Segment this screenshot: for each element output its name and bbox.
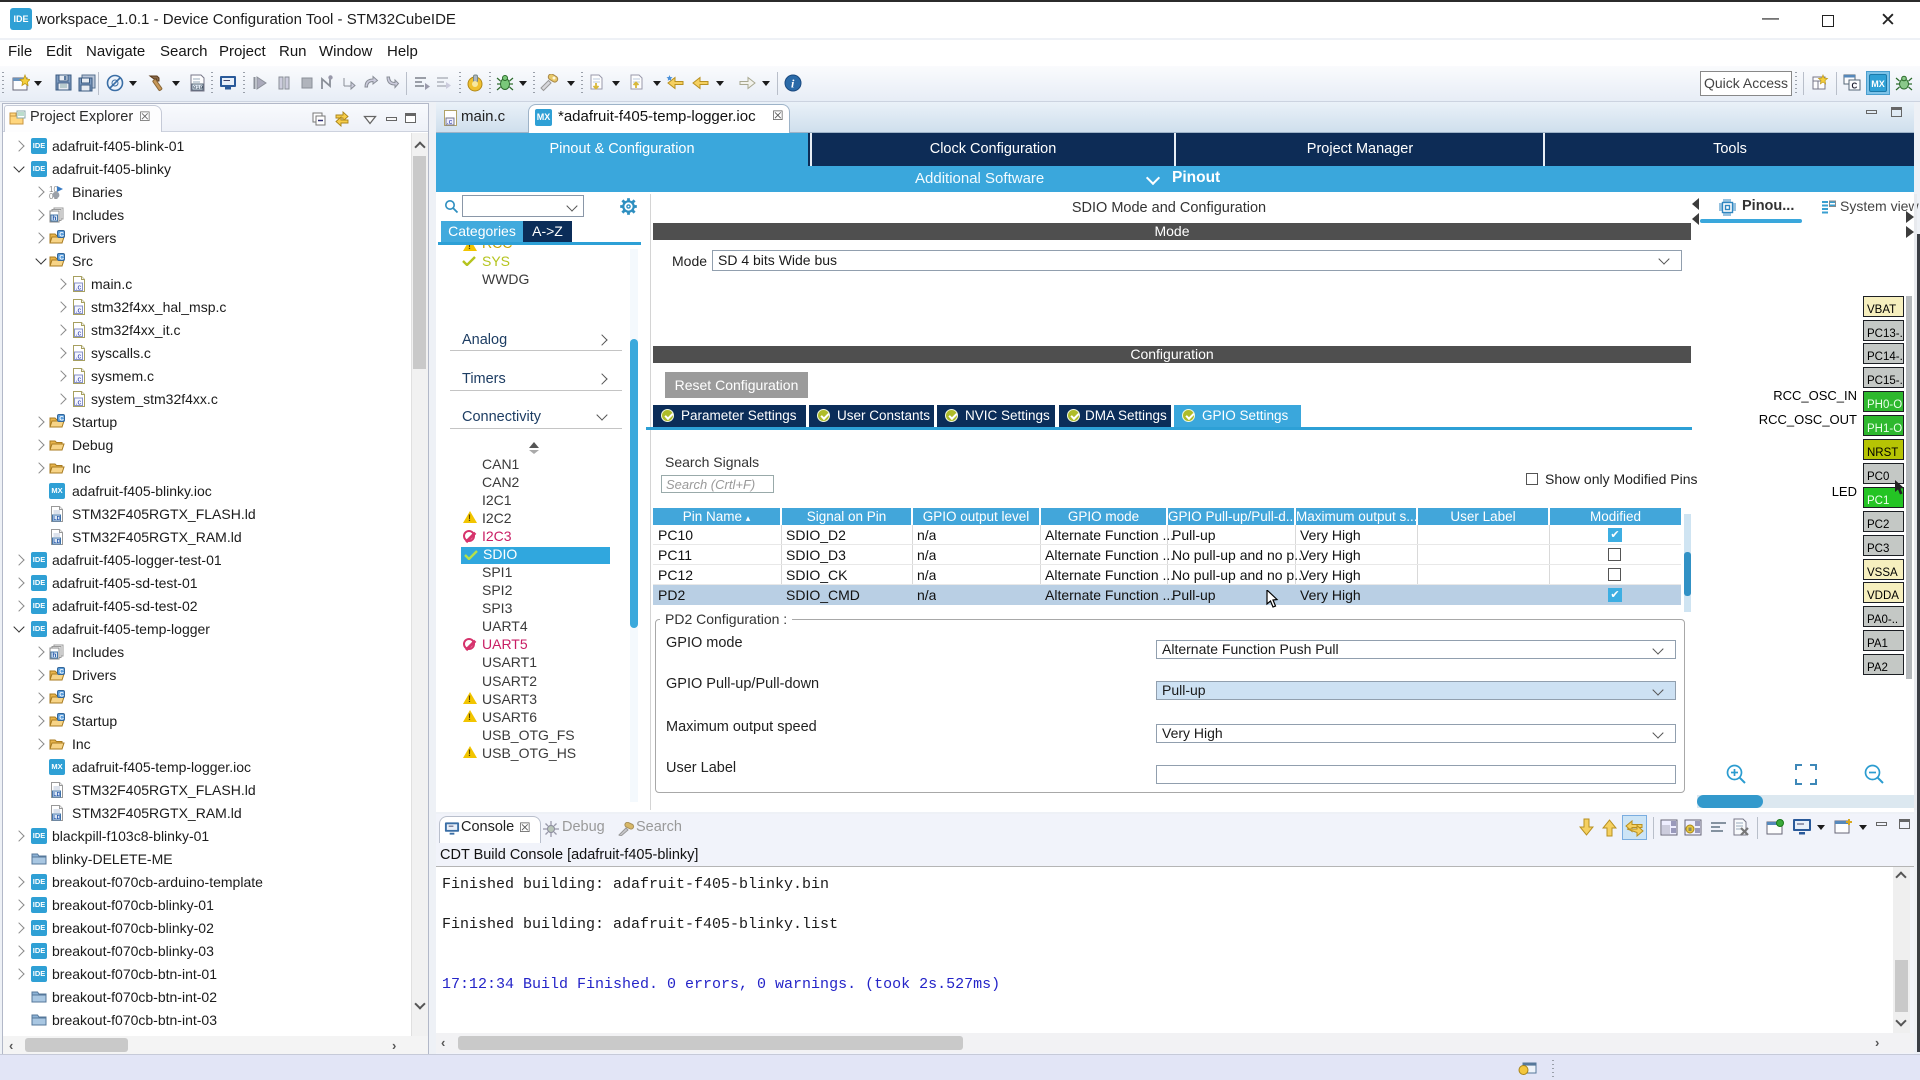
svg-text:.c: .c	[75, 374, 81, 383]
svg-text:C: C	[1852, 82, 1858, 91]
svg-text:LD: LD	[53, 539, 60, 545]
svg-text:C: C	[59, 231, 64, 238]
svg-text:LD: LD	[53, 792, 60, 798]
svg-text:.c: .c	[75, 397, 81, 406]
svg-text:.c: .c	[447, 119, 453, 126]
svg-text:LD: LD	[53, 815, 60, 821]
svg-text:C: C	[59, 415, 64, 422]
svg-text:C: C	[59, 668, 64, 675]
svg-text:h: h	[52, 652, 56, 659]
svg-text:C: C	[59, 254, 64, 261]
svg-text:C: C	[59, 691, 64, 698]
svg-text:010: 010	[193, 84, 203, 91]
svg-text:.c: .c	[75, 305, 81, 314]
svg-text:h: h	[52, 215, 56, 222]
svg-text:C: C	[59, 714, 64, 721]
svg-text:.c: .c	[75, 351, 81, 360]
svg-text:.c: .c	[75, 328, 81, 337]
svg-text:LD: LD	[53, 516, 60, 522]
svg-text:.c: .c	[75, 282, 81, 291]
